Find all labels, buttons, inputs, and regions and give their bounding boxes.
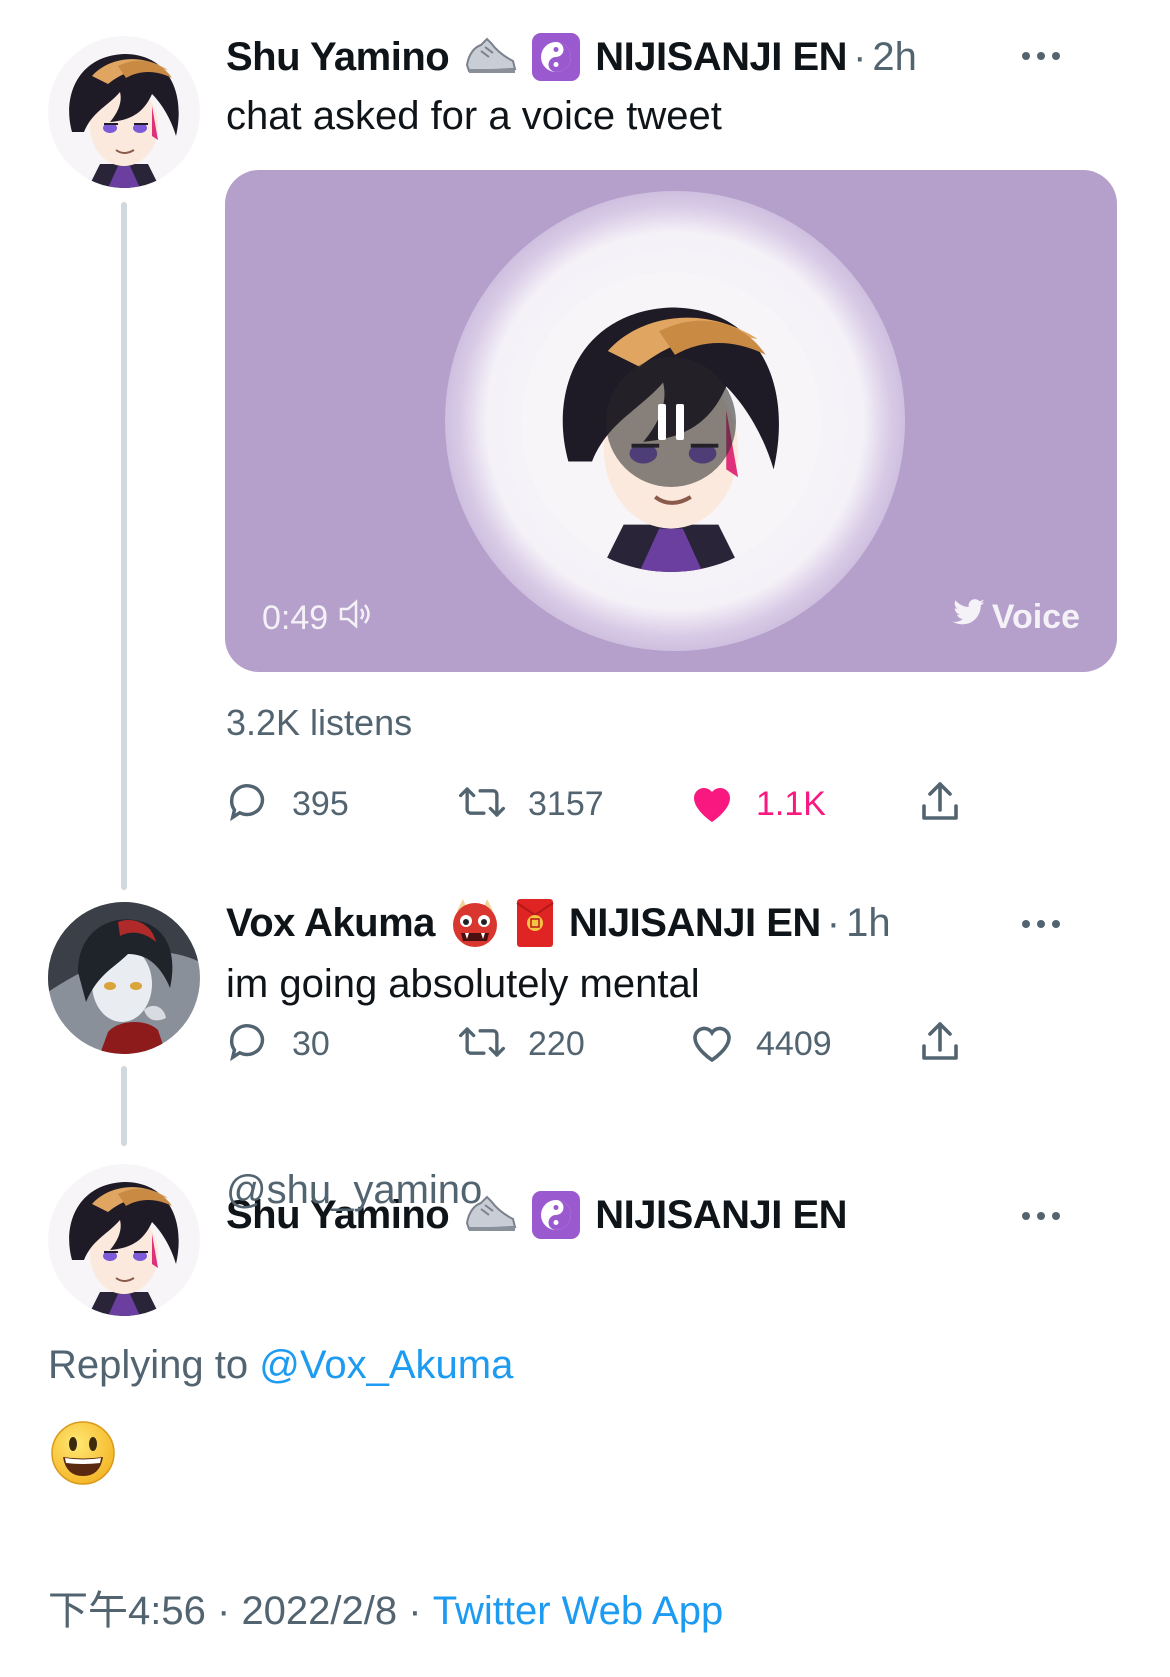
action-bar: 30 220 4409 <box>226 1018 964 1071</box>
affiliation: NIJISANJI EN <box>595 1192 848 1237</box>
listen-count: 3.2K listens <box>226 702 413 743</box>
post-date[interactable]: 2022/2/8 <box>241 1589 397 1633</box>
reply-button[interactable]: 30 <box>226 1019 456 1070</box>
more-dot <box>1052 52 1060 60</box>
twitter-bird-icon <box>952 598 986 637</box>
action-bar: 395 3157 1.1K <box>226 778 964 831</box>
separator: · <box>853 34 867 79</box>
tweet-header: Shu Yamino NIJISANJI EN · 2h <box>226 32 917 82</box>
heart-icon <box>688 1020 736 1069</box>
like-button[interactable]: 1.1K <box>688 780 916 829</box>
reply-icon <box>226 1019 272 1070</box>
more-options-button[interactable] <box>1022 1212 1060 1220</box>
heart-filled-icon <box>688 780 736 829</box>
display-name[interactable]: Shu Yamino <box>226 1193 450 1238</box>
share-icon <box>916 1018 964 1071</box>
more-options-button[interactable] <box>1022 52 1060 60</box>
more-dot <box>1037 1212 1045 1220</box>
replying-prefix: Replying to <box>48 1343 249 1387</box>
retweet-count: 3157 <box>528 785 604 823</box>
more-dot <box>1052 1212 1060 1220</box>
sneaker-icon <box>463 35 517 79</box>
affiliation: NIJISANJI EN <box>595 34 848 79</box>
display-name[interactable]: Vox Akuma <box>226 901 435 946</box>
separator: · <box>408 1589 422 1633</box>
yin-yang-icon <box>531 32 581 82</box>
yin-yang-icon <box>531 1190 581 1240</box>
like-button[interactable]: 4409 <box>688 1020 916 1069</box>
retweet-button[interactable]: 3157 <box>456 779 688 830</box>
tweet-header: Shu Yamino NIJISANJI EN <box>226 1190 848 1240</box>
reply-count: 30 <box>292 1025 330 1063</box>
tweet-text: im going absolutely mental <box>226 962 700 1006</box>
retweet-icon <box>456 1019 508 1070</box>
pause-bar <box>658 404 666 440</box>
separator: · <box>826 900 841 945</box>
share-button[interactable] <box>916 778 964 831</box>
user-handle[interactable]: @shu_yamino <box>226 1168 482 1213</box>
timestamp[interactable]: 2h <box>872 35 917 80</box>
speaker-icon[interactable] <box>338 598 374 639</box>
more-dot <box>1022 920 1030 928</box>
sneaker-icon <box>463 1193 517 1237</box>
reply-count: 395 <box>292 785 349 823</box>
pause-button[interactable] <box>606 357 736 487</box>
timestamp[interactable]: 1h <box>846 901 891 946</box>
tweet-text: chat asked for a voice tweet <box>226 94 722 138</box>
avatar[interactable] <box>48 1164 200 1316</box>
retweet-icon <box>456 779 508 830</box>
share-button[interactable] <box>916 1018 964 1071</box>
post-time[interactable]: 下午4:56 <box>48 1589 206 1633</box>
avatar[interactable] <box>48 36 200 188</box>
like-count: 1.1K <box>756 785 826 823</box>
more-dot <box>1022 52 1030 60</box>
more-dot <box>1052 920 1060 928</box>
source-link[interactable]: Twitter Web App <box>433 1589 724 1633</box>
avatar[interactable] <box>48 902 200 1054</box>
affiliation: NIJISANJI EN <box>568 900 821 945</box>
reply-icon <box>226 779 272 830</box>
pause-bar <box>676 404 684 440</box>
replying-to: Replying to @Vox_Akuma <box>48 1343 513 1388</box>
like-count: 4409 <box>756 1025 832 1063</box>
retweet-button[interactable]: 220 <box>456 1019 688 1070</box>
voice-label: Voice <box>952 598 1080 637</box>
display-name[interactable]: Shu Yamino <box>226 35 450 80</box>
smiley-icon <box>50 1420 116 1491</box>
tweet-header: Vox Akuma NIJISANJI EN · 1h <box>226 898 891 948</box>
thread-line <box>121 1066 127 1146</box>
more-dot <box>1037 920 1045 928</box>
tweet-shu-voice[interactable]: Shu Yamino NIJISANJI EN · 2h chat asked … <box>0 0 1170 900</box>
voice-card[interactable]: 0:49 Voice <box>225 170 1117 672</box>
duration-text: 0:49 <box>262 599 329 637</box>
more-dot <box>1037 52 1045 60</box>
red-envelope-icon <box>515 897 555 949</box>
tweet-meta: 下午4:56 · 2022/2/8 · Twitter Web App <box>48 1578 723 1636</box>
separator: · <box>216 1589 231 1633</box>
more-options-button[interactable] <box>1022 920 1060 928</box>
reply-button[interactable]: 395 <box>226 779 456 830</box>
voice-duration: 0:49 <box>262 598 374 639</box>
more-dot <box>1022 1212 1030 1220</box>
share-icon <box>916 778 964 831</box>
thread-line <box>121 202 127 890</box>
retweet-count: 220 <box>528 1025 585 1063</box>
tweet-vox[interactable]: Vox Akuma NIJISANJI EN · 1h im going abs… <box>0 880 1170 1150</box>
voice-label-text: Voice <box>991 598 1080 636</box>
ogre-icon <box>449 897 501 949</box>
reply-target-link[interactable]: @Vox_Akuma <box>259 1343 513 1387</box>
